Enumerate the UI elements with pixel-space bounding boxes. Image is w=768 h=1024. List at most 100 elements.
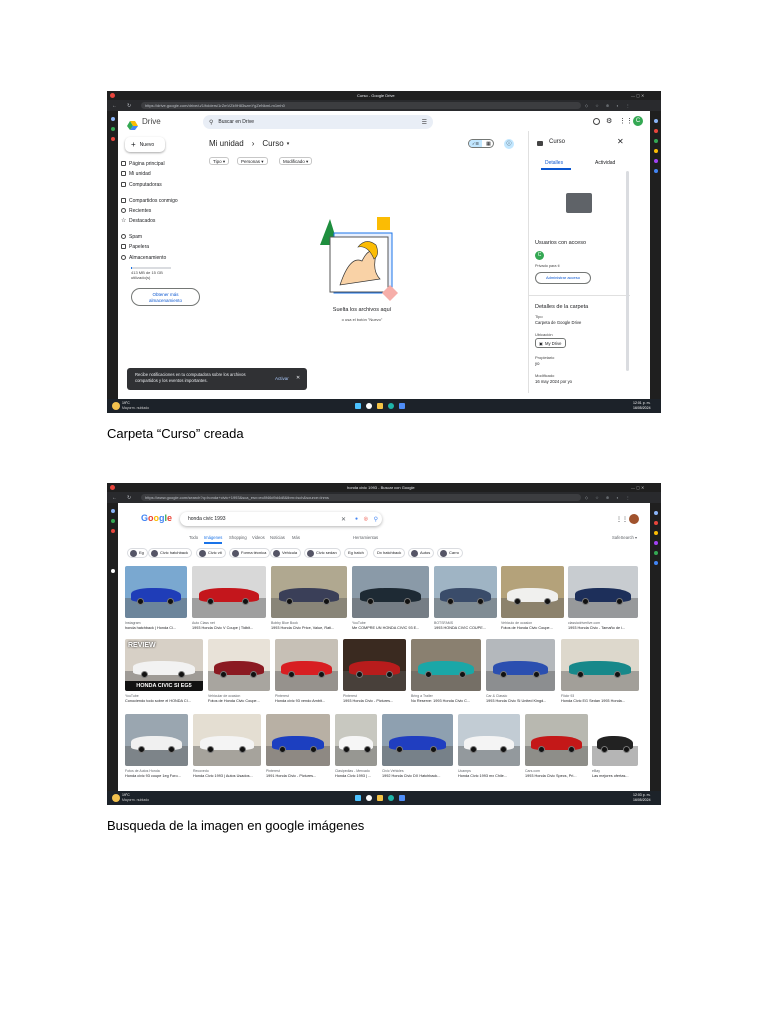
result-title[interactable]: Honda civic 93 coupe 1eg Foro... bbox=[125, 774, 188, 778]
result-source[interactable]: BOTSFAMS bbox=[434, 621, 497, 625]
view-toggle[interactable]: ✓☰ ▦ bbox=[468, 139, 494, 148]
edge-app-icon[interactable] bbox=[654, 521, 658, 525]
windows-start-icon[interactable] bbox=[355, 403, 361, 409]
edge-app-icon[interactable] bbox=[654, 139, 658, 143]
filter-type[interactable]: Tipo ▾ bbox=[209, 157, 230, 165]
edge-app-icon[interactable] bbox=[654, 511, 658, 515]
image-result[interactable] bbox=[501, 566, 564, 618]
clear-icon[interactable]: ✕ bbox=[341, 516, 346, 523]
taskbar-files-icon[interactable] bbox=[377, 403, 383, 409]
image-result[interactable] bbox=[125, 714, 188, 766]
chrome-profile-icon[interactable] bbox=[110, 93, 115, 98]
settings-icon[interactable]: ⚙ bbox=[606, 118, 612, 125]
manage-access-button[interactable]: Administrar acceso bbox=[535, 272, 591, 284]
notification-activate-button[interactable]: Activar bbox=[275, 376, 289, 381]
result-title[interactable]: 1993 Honda Civic Price, Value, Rati... bbox=[271, 626, 347, 630]
image-result[interactable] bbox=[343, 639, 406, 691]
image-result[interactable] bbox=[592, 714, 638, 766]
tab-activity[interactable]: Actividad bbox=[595, 160, 615, 166]
result-title[interactable]: 1992 Honda Civic DX Hatchback... bbox=[382, 774, 453, 778]
result-title[interactable]: Honda Civic 1993 | Autos Usados... bbox=[193, 774, 261, 778]
tab-news[interactable]: Noticias bbox=[270, 535, 285, 540]
tab-shopping[interactable]: Shopping bbox=[229, 535, 247, 540]
edge-app-icon[interactable] bbox=[654, 159, 658, 163]
account-avatar[interactable] bbox=[629, 514, 639, 524]
apps-icon[interactable]: ⋮⋮ bbox=[616, 516, 628, 523]
get-storage-button[interactable]: Obtener más almacenamiento bbox=[131, 288, 200, 306]
result-source[interactable]: Fotos de Autos Honda bbox=[125, 769, 188, 773]
result-source[interactable]: Pinterest bbox=[266, 769, 330, 773]
image-result[interactable] bbox=[192, 566, 266, 618]
result-title[interactable]: 1993 Honda Civic - Pictures... bbox=[343, 699, 406, 703]
filter-people[interactable]: Personas ▾ bbox=[237, 157, 268, 165]
chrome-profile-icon[interactable] bbox=[110, 485, 115, 490]
result-title[interactable]: 1993 Honda Civic - Tamaño de i... bbox=[568, 626, 638, 630]
url-field[interactable]: https://www.google.com/search?q=honda+ci… bbox=[141, 494, 581, 501]
result-title[interactable]: honda hatchback | Honda Ci... bbox=[125, 626, 187, 630]
edge-app-icon[interactable] bbox=[654, 541, 658, 545]
result-title[interactable]: Honda Civic 1993 mx Chile... bbox=[458, 774, 520, 778]
result-source[interactable]: Instagram bbox=[125, 621, 187, 625]
info-icon[interactable]: ⓘ bbox=[504, 139, 514, 149]
google-logo[interactable]: Google bbox=[141, 513, 172, 523]
image-result[interactable] bbox=[271, 566, 347, 618]
result-title[interactable]: 1993 Honda Civic V Coupe | Tidbit... bbox=[192, 626, 266, 630]
result-title[interactable]: Las mejores ofertas... bbox=[592, 774, 638, 778]
nav-item-my-drive[interactable]: Mi unidad bbox=[129, 171, 151, 177]
result-source[interactable]: Flickr 93 bbox=[561, 694, 639, 698]
result-title[interactable]: Honda civic 93 vendo Ambit... bbox=[275, 699, 338, 703]
result-source[interactable]: Bobby Blue Book bbox=[271, 621, 347, 625]
result-source[interactable]: Car & Classic bbox=[486, 694, 555, 698]
result-source[interactable]: Cars.com bbox=[525, 769, 588, 773]
lens-icon[interactable]: ◎ bbox=[364, 516, 368, 522]
tab-videos[interactable]: Videos bbox=[252, 535, 265, 540]
edge-app-icon[interactable] bbox=[654, 561, 658, 565]
edge-app-icon[interactable] bbox=[654, 149, 658, 153]
search-query[interactable]: honda civic 1993 bbox=[188, 516, 226, 522]
image-result[interactable] bbox=[208, 639, 270, 691]
nav-item-starred[interactable]: Destacados bbox=[129, 218, 155, 224]
back-icon[interactable]: ← bbox=[112, 103, 117, 109]
nav-item-recent[interactable]: Recientes bbox=[129, 208, 151, 214]
nav-item-shared[interactable]: Compartidos conmigo bbox=[129, 198, 178, 204]
chip-dx-hatchback[interactable]: Dx hatchback bbox=[373, 548, 406, 558]
image-result[interactable] bbox=[352, 566, 429, 618]
chevron-down-icon[interactable]: ▾ bbox=[287, 141, 290, 147]
search-icon[interactable]: ⚲ bbox=[374, 516, 378, 523]
image-result[interactable] bbox=[434, 566, 497, 618]
chip-civic-hatchback[interactable]: Civic hatchback bbox=[148, 548, 193, 558]
image-result[interactable] bbox=[411, 639, 481, 691]
nav-item-storage[interactable]: Almacenamiento bbox=[129, 255, 166, 261]
result-title[interactable]: Honda Civic 1993 | ... bbox=[335, 774, 377, 778]
edge-app-icon[interactable] bbox=[654, 531, 658, 535]
image-result[interactable] bbox=[568, 566, 638, 618]
result-source[interactable]: Vehicular de ocasion bbox=[208, 694, 270, 698]
image-result[interactable] bbox=[525, 714, 588, 766]
window-controls[interactable]: — ▢ ✕ bbox=[631, 93, 656, 98]
taskbar-store-icon[interactable] bbox=[399, 403, 405, 409]
image-result[interactable] bbox=[335, 714, 377, 766]
search-box[interactable]: honda civic 1993 ✕ ● ◎ ⚲ bbox=[180, 512, 382, 526]
sidebar-dot-icon[interactable] bbox=[111, 569, 115, 573]
extensions-area[interactable]: ◇ ☆ ⊕ ◐ ⋮ bbox=[585, 103, 645, 108]
image-result[interactable] bbox=[266, 714, 330, 766]
edge-app-icon[interactable] bbox=[654, 129, 658, 133]
chip-eg-hatch[interactable]: Eg hatch bbox=[344, 548, 368, 558]
back-icon[interactable]: ← bbox=[112, 495, 117, 501]
reload-icon[interactable]: ↻ bbox=[127, 103, 131, 109]
panel-scrollbar[interactable] bbox=[626, 171, 629, 371]
result-source[interactable]: YouTube bbox=[352, 621, 429, 625]
nav-item-spam[interactable]: Spam bbox=[129, 234, 142, 240]
result-source[interactable]: Ucamps bbox=[458, 769, 520, 773]
safesearch-menu[interactable]: SafeSearch ▾ bbox=[612, 535, 637, 540]
result-title[interactable]: Conociendo todo sobre el HONDA CI... bbox=[125, 699, 203, 703]
edge-app-icon[interactable] bbox=[654, 551, 658, 555]
nav-item-home[interactable]: Página principal bbox=[129, 161, 165, 167]
notification-close-icon[interactable]: ✕ bbox=[296, 375, 300, 381]
close-icon[interactable]: ✕ bbox=[617, 137, 624, 146]
result-title[interactable]: Fotos de Honda Civic Coupe... bbox=[208, 699, 270, 703]
search-options-icon[interactable]: ☰ bbox=[422, 119, 427, 126]
result-title[interactable]: 1993 Honda Civic Specs, Pri... bbox=[525, 774, 588, 778]
image-result[interactable] bbox=[458, 714, 520, 766]
tab-images[interactable]: Imágenes bbox=[204, 535, 222, 540]
